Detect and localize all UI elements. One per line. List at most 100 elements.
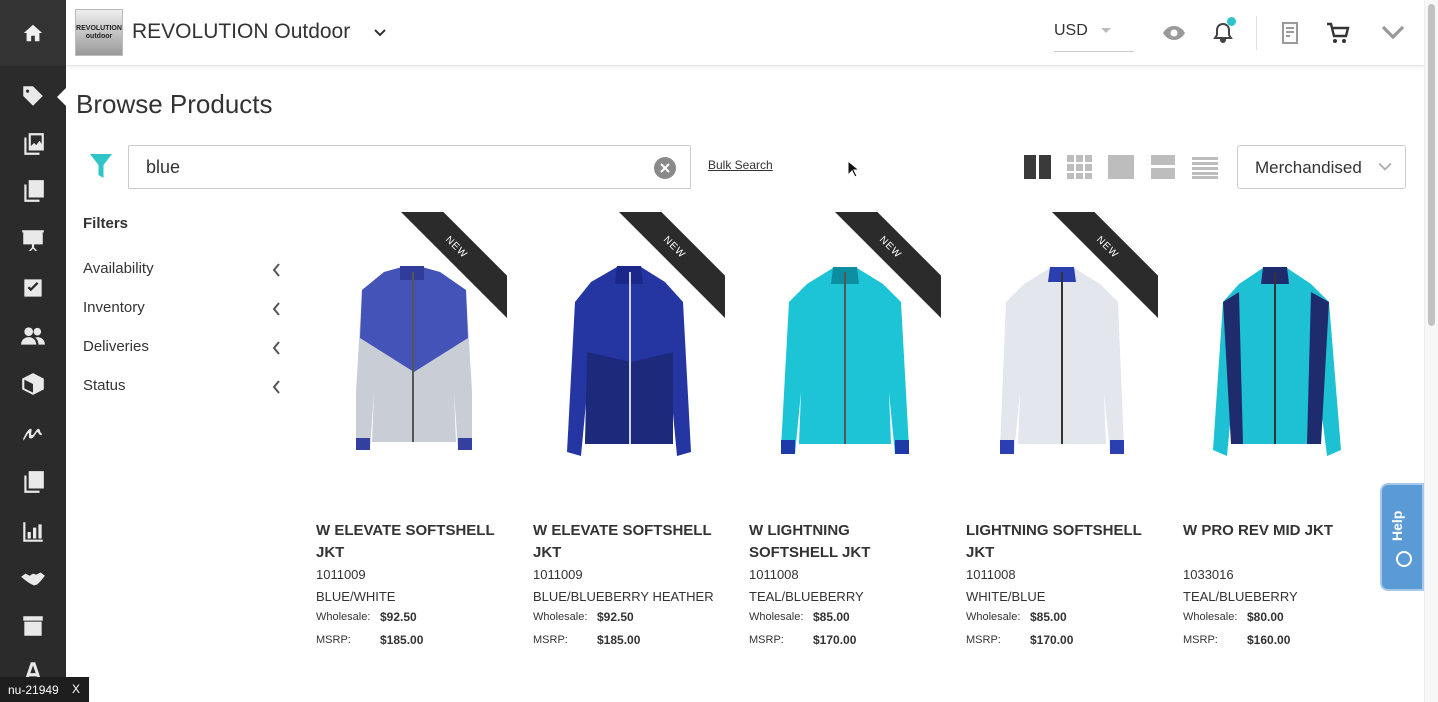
wholesale-price: $85.00: [813, 610, 850, 624]
session-id: nu-21949: [8, 682, 59, 697]
logo-line1: REVOLUTION: [76, 24, 122, 32]
wholesale-label: Wholesale:: [966, 611, 1021, 623]
search-input[interactable]: [146, 156, 626, 178]
msrp-price: $160.00: [1247, 633, 1291, 647]
tag-icon[interactable]: [19, 82, 47, 110]
new-ribbon: NEW: [835, 212, 941, 318]
product-image[interactable]: NEW: [316, 212, 508, 502]
search-box: [128, 145, 691, 189]
help-tab[interactable]: Help: [1380, 483, 1424, 591]
product-image[interactable]: NEW: [966, 212, 1158, 502]
chat-bubble-icon: [1396, 551, 1412, 567]
product-card[interactable]: NEW LIGHTNING SOFTSHELL JKT 1011008 WHIT…: [966, 212, 1158, 672]
product-name[interactable]: W PRO REV MID JKT: [1183, 520, 1375, 542]
page-title: Browse Products: [76, 89, 273, 119]
signature-icon[interactable]: [19, 418, 47, 446]
header-divider: [1256, 16, 1257, 50]
product-name[interactable]: W ELEVATE SOFTSHELL JKT: [533, 520, 725, 564]
new-ribbon: NEW: [619, 212, 725, 318]
document-list-icon[interactable]: [19, 177, 47, 205]
bell-icon[interactable]: [1210, 17, 1236, 46]
view-large-grid-icon[interactable]: [1024, 155, 1051, 184]
chevron-left-icon: [272, 263, 281, 281]
product-color: TEAL/BLUEBERRY: [749, 589, 864, 604]
filter-inventory[interactable]: Inventory: [83, 299, 283, 321]
msrp-label: MSRP:: [316, 634, 351, 646]
product-name[interactable]: LIGHTNING SOFTSHELL JKT: [966, 520, 1158, 564]
currency-select[interactable]: USD: [1054, 20, 1134, 52]
help-label: Help: [1389, 510, 1405, 541]
product-name[interactable]: W ELEVATE SOFTSHELL JKT: [316, 520, 508, 564]
product-image[interactable]: [1183, 212, 1375, 502]
image-icon[interactable]: [19, 468, 47, 496]
product-sku: 1011009: [533, 567, 583, 582]
filter-label: Inventory: [83, 299, 145, 316]
wholesale-price: $92.50: [380, 610, 417, 624]
product-color: BLUE/WHITE: [316, 589, 396, 604]
brand-logo[interactable]: REVOLUTION outdoor: [75, 9, 123, 56]
bulk-search-link[interactable]: Bulk Search: [708, 158, 773, 172]
msrp-label: MSRP:: [749, 634, 784, 646]
close-session-button[interactable]: X: [72, 682, 80, 696]
filter-status[interactable]: Status: [83, 377, 283, 399]
top-header: REVOLUTION outdoor REVOLUTION Outdoor US…: [66, 0, 1424, 66]
sort-value: Merchandised: [1255, 158, 1362, 177]
eye-icon[interactable]: [1161, 20, 1187, 46]
chevron-left-icon: [272, 302, 281, 320]
wholesale-price: $80.00: [1247, 610, 1284, 624]
filter-label: Deliveries: [83, 338, 149, 355]
product-color: WHITE/BLUE: [966, 589, 1046, 604]
view-rows-icon[interactable]: [1151, 155, 1175, 184]
box-icon[interactable]: [19, 370, 47, 398]
view-single-icon[interactable]: [1108, 155, 1134, 184]
brand-name[interactable]: REVOLUTION Outdoor: [132, 20, 350, 44]
filter-label: Status: [83, 377, 126, 394]
chevron-down-icon: [1378, 159, 1392, 177]
product-name[interactable]: W LIGHTNING SOFTSHELL JKT: [749, 520, 941, 564]
clear-search-icon[interactable]: [654, 157, 676, 179]
product-color: BLUE/BLUEBERRY HEATHER: [533, 589, 714, 604]
storefront-icon[interactable]: [19, 612, 47, 640]
catalog-icon[interactable]: [19, 130, 47, 158]
msrp-price: $170.00: [1030, 633, 1074, 647]
product-sku: 1011008: [749, 567, 799, 582]
active-nav-pointer: [57, 88, 66, 106]
view-list-icon[interactable]: [1192, 155, 1218, 184]
account-chevron-icon[interactable]: [1380, 20, 1406, 46]
chevron-down-icon[interactable]: [374, 24, 386, 42]
filters-heading: Filters: [83, 215, 129, 232]
wholesale-price: $85.00: [1030, 610, 1067, 624]
bar-chart-icon[interactable]: [19, 518, 47, 546]
wholesale-price: $92.50: [597, 610, 634, 624]
view-small-grid-icon[interactable]: [1067, 155, 1092, 184]
checklist-icon[interactable]: [19, 274, 47, 302]
chevron-left-icon: [272, 380, 281, 398]
product-card[interactable]: NEW W LIGHTNING SOFTSHELL JKT 1011008 TE…: [749, 212, 941, 672]
scrollbar-thumb[interactable]: [1428, 4, 1435, 326]
sort-select[interactable]: Merchandised: [1237, 145, 1406, 189]
logo-line2: outdoor: [85, 32, 113, 40]
currency-value: USD: [1054, 22, 1088, 39]
home-icon[interactable]: [0, 0, 66, 66]
cart-icon[interactable]: [1325, 20, 1351, 46]
quote-list-icon[interactable]: [1277, 20, 1303, 46]
presentation-icon[interactable]: [19, 226, 47, 254]
notification-dot: [1227, 17, 1236, 26]
wholesale-label: Wholesale:: [316, 611, 371, 623]
filter-availability[interactable]: Availability: [83, 260, 283, 282]
page-scrollbar[interactable]: [1424, 0, 1438, 702]
product-card[interactable]: NEW W ELEVATE SOFTSHELL JKT 1011009 BLUE…: [533, 212, 725, 672]
msrp-label: MSRP:: [966, 634, 1001, 646]
product-card[interactable]: NEW W ELEVATE SOFTSHELL JKT 1011009 BLUE…: [316, 212, 508, 672]
caret-down-icon: [1101, 28, 1111, 33]
wholesale-label: Wholesale:: [1183, 611, 1238, 623]
filter-icon[interactable]: [89, 153, 113, 186]
side-nav-rail: [0, 0, 66, 702]
product-card[interactable]: W PRO REV MID JKT 1033016 TEAL/BLUEBERRY…: [1183, 212, 1375, 672]
product-image[interactable]: NEW: [533, 212, 725, 502]
filter-deliveries[interactable]: Deliveries: [83, 338, 283, 360]
handshake-icon[interactable]: [19, 565, 47, 593]
users-icon[interactable]: [19, 322, 47, 350]
product-image[interactable]: NEW: [749, 212, 941, 502]
new-ribbon: NEW: [1052, 212, 1158, 318]
